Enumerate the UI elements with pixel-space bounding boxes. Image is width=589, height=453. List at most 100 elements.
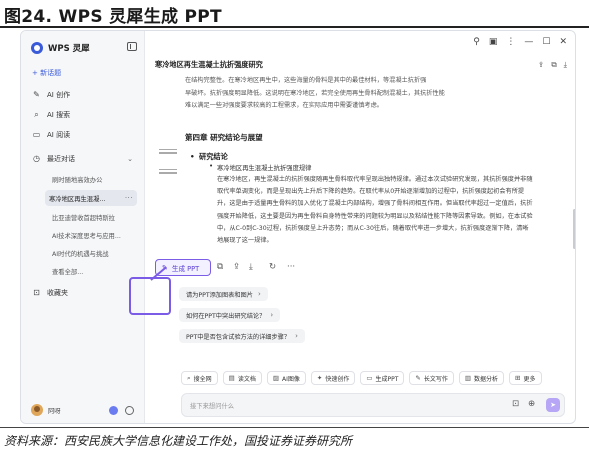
user-row[interactable]: 阿呀	[31, 404, 61, 416]
pen-icon: ✎	[33, 90, 40, 99]
tool-label: 快速创作	[325, 375, 350, 383]
arrow-right-icon: ›	[257, 290, 261, 298]
intro-paragraph: 在结构完整性。在寒冷地区再生中，这些海量的骨料是其中的最佳材料，等混凝土抗折强 …	[185, 75, 541, 113]
tool-ai-image[interactable]: ▨ AI图像	[266, 371, 306, 385]
create-icon: ✦	[316, 374, 323, 382]
export-icon[interactable]: ⤓	[249, 262, 253, 272]
share-icon[interactable]: ⇪	[538, 60, 544, 70]
tool-label: 读文档	[237, 375, 256, 383]
sidebar-item-label: 收藏夹	[47, 289, 68, 297]
sidebar-item-ai-read[interactable]: ▭ AI 阅读	[27, 127, 139, 143]
intro-line: 早破坏。抗折强度明显降低。这说明在寒冷地区，若完全使用再生骨料配制混凝土，其抗折…	[185, 89, 445, 97]
sidebar-item-recent[interactable]: ◷ 最近对话 ⌄	[27, 151, 139, 167]
doc-icon: ▤	[228, 374, 235, 382]
recent-chat-item[interactable]: AI技术深度思考与应用...	[48, 227, 138, 243]
top-rule	[0, 26, 589, 28]
suggestion-label: 如何在PPT中突出研究结论？	[186, 312, 266, 320]
outline-marker-icon	[159, 169, 177, 176]
settings-icon[interactable]	[125, 406, 134, 415]
minimize-icon[interactable]: —	[524, 37, 533, 47]
tool-label: 搜全网	[193, 375, 212, 383]
maximize-icon[interactable]: ☐	[542, 37, 550, 47]
recent-chat-item[interactable]: AI时代的机遇与挑战	[48, 245, 138, 261]
layout-icon[interactable]: ▣	[489, 37, 498, 47]
view-all-link[interactable]: 查看全部...	[48, 263, 138, 279]
document-header: 寒冷地区再生混凝土抗折强度研究 ⇪ ⧉ ⤓	[155, 60, 567, 74]
chevron-down-icon: ⌄	[127, 155, 133, 163]
refresh-icon[interactable]: ↻	[269, 262, 276, 272]
section-heading: 研究结论	[190, 152, 228, 162]
user-name: 阿呀	[48, 407, 61, 415]
membership-icon[interactable]	[109, 406, 118, 415]
suggestion-chip[interactable]: 请为PPT添加图表和图片 ›	[179, 287, 268, 301]
tool-label: 更多	[523, 375, 536, 383]
tool-read-doc[interactable]: ▤ 读文档	[222, 371, 262, 385]
sidebar-item-label: AI 搜索	[47, 111, 71, 119]
copy-icon[interactable]: ⧉	[551, 60, 556, 70]
tool-more[interactable]: ⊞ 更多	[509, 371, 542, 385]
arrow-right-icon: ›	[295, 332, 298, 340]
suggestion-chip[interactable]: PPT中是否包含试验方法的详细步骤？ ›	[179, 329, 305, 343]
more-icon[interactable]: ···	[287, 262, 295, 272]
chapter-heading: 第四章 研究结论与展望	[185, 133, 263, 142]
sidebar-item-ai-search[interactable]: ⌕ AI 搜索	[27, 107, 139, 123]
sidebar-item-ai-create[interactable]: ✎ AI 创作	[27, 87, 139, 103]
copy-icon[interactable]: ⧉	[217, 262, 223, 272]
suggestion-chip[interactable]: 如何在PPT中突出研究结论？ ›	[179, 308, 281, 322]
chat-input-placeholder: 接下来想问什么	[190, 403, 235, 410]
close-icon[interactable]: ✕	[559, 37, 567, 47]
suggestion-label: 请为PPT添加图表和图片	[186, 291, 253, 299]
more-options-icon[interactable]: ···	[125, 194, 133, 202]
main-panel: ⚲ ▣ ⋮ — ☐ ✕ 寒冷地区再生混凝土抗折强度研究 ⇪ ⧉ ⤓ 在结构完整性…	[129, 31, 575, 423]
tool-long-write[interactable]: ✎ 长文写作	[409, 371, 454, 385]
arrow-right-icon: ›	[270, 311, 274, 319]
share-icon[interactable]: ⇪	[233, 262, 240, 272]
chart-icon: ▥	[464, 374, 472, 382]
wps-logo-icon	[31, 42, 43, 54]
sidebar-item-label: AI 阅读	[47, 131, 71, 139]
more-icon[interactable]: ⋮	[506, 37, 515, 47]
avatar[interactable]	[31, 404, 43, 416]
figure-source: 资料来源：西安民族大学信息化建设工作处，国投证券证券研究所	[4, 434, 353, 448]
clock-icon: ◷	[33, 154, 40, 163]
sidebar-item-label: 最近对话	[47, 155, 75, 163]
bottom-rule	[0, 427, 589, 428]
sidebar-item-favorites[interactable]: ⊡ 收藏夹	[27, 285, 139, 301]
send-button[interactable]: ➤	[546, 398, 560, 412]
recent-chat-item[interactable]: 刷时随地高效办公	[48, 171, 138, 187]
pin-icon[interactable]: ⚲	[473, 37, 480, 47]
recent-chat-item[interactable]: 比亚迪营收首超特斯拉	[48, 209, 138, 225]
document-title: 寒冷地区再生混凝土抗折强度研究	[155, 60, 263, 69]
intro-line: 难以满足一些对强度要求较高的工程需求，在实际应用中需要谨慎考虑。	[185, 102, 383, 109]
sidebar: WPS 灵犀 + 新话题 ✎ AI 创作 ⌕ AI 搜索 ▭ AI 阅读 ◷ 最…	[21, 31, 145, 423]
tool-search-web[interactable]: ⌕ 搜全网	[181, 371, 218, 385]
tool-generate-ppt[interactable]: ▭ 生成PPT	[360, 371, 405, 385]
sidebar-collapse-icon[interactable]	[127, 42, 137, 51]
app-window: WPS 灵犀 + 新话题 ✎ AI 创作 ⌕ AI 搜索 ▭ AI 阅读 ◷ 最…	[20, 30, 576, 424]
outline-marker-icon	[159, 149, 177, 156]
window-controls: ⚲ ▣ ⋮ — ☐ ✕	[473, 37, 567, 47]
new-chat-button[interactable]: + 新话题	[27, 65, 139, 81]
body-paragraph: 在寒冷地区，再生混凝土的抗折强度随再生骨料取代率呈现出独特规律。通过本次试验研究…	[217, 176, 533, 245]
book-icon: ▭	[32, 130, 41, 139]
suggestion-label: PPT中是否包含试验方法的详细步骤？	[186, 333, 291, 341]
intro-line: 在结构完整性。在寒冷地区再生中，这些海量的骨料是其中的最佳材料，等混凝土抗折强	[185, 77, 427, 84]
tool-quick-create[interactable]: ✦ 快速创作	[310, 371, 356, 385]
bullet-heading: 寒冷地区再生混凝土抗折强度规律	[209, 162, 311, 172]
sidebar-item-label: AI 创作	[47, 91, 71, 99]
write-icon: ✎	[415, 374, 421, 382]
tool-label: 数据分析	[474, 375, 499, 383]
scrollbar-thumb[interactable]	[573, 209, 575, 249]
attach-icon[interactable]: ⊡	[512, 399, 519, 409]
recent-chat-item-active[interactable]: 寒冷地区再生混凝... ···	[45, 190, 137, 206]
recent-chat-label: 寒冷地区再生混凝...	[49, 195, 106, 203]
tool-label: AI图像	[281, 375, 300, 383]
chat-input[interactable]: 接下来想问什么 ⊡ ⊕ ➤	[181, 393, 565, 417]
tool-data-analysis[interactable]: ▥ 数据分析	[458, 371, 505, 385]
add-icon[interactable]: ⊕	[528, 399, 535, 409]
highlight-callout-box	[129, 277, 171, 315]
tool-label: 生成PPT	[375, 375, 399, 383]
search-icon: ⌕	[34, 110, 39, 119]
download-icon[interactable]: ⤓	[564, 60, 567, 70]
tool-label: 长文写作	[423, 375, 448, 383]
